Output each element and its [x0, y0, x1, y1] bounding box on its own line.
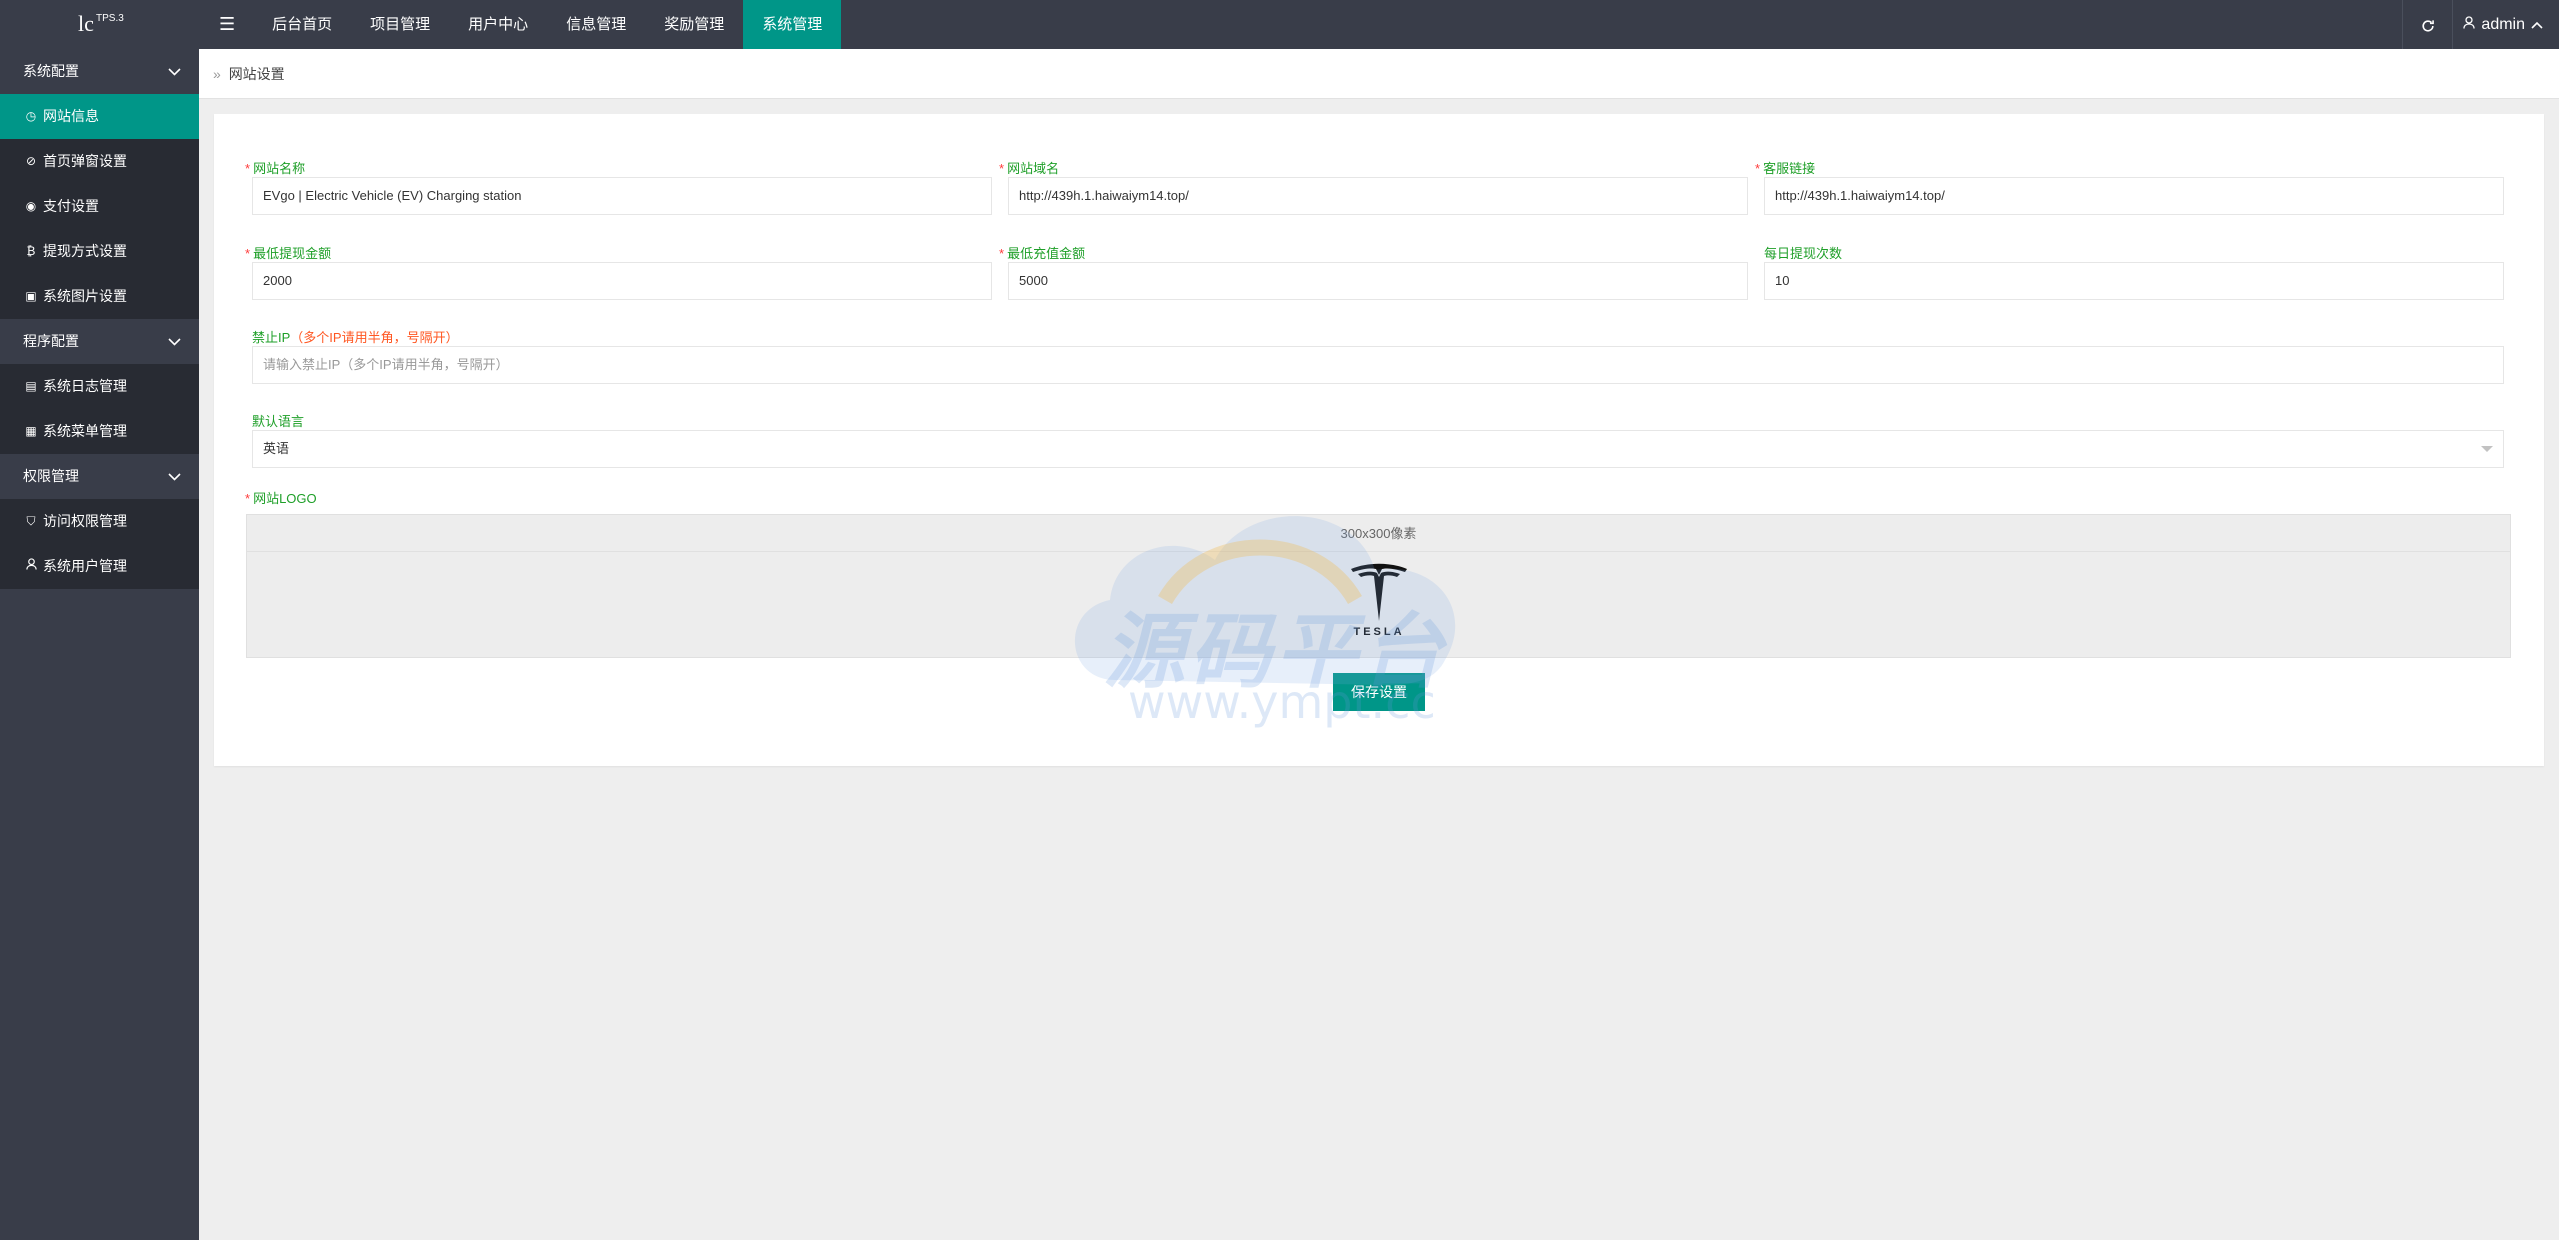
- sidebar: 系统配置 ◷ 网站信息 ⊘ 首页弹窗设置 ◉ 支付设置 ₿ 提现方式设置 ▣ 系…: [0, 49, 199, 1240]
- service-link-label: * 客服链接: [1755, 161, 1816, 176]
- default-lang-value: 英语: [263, 441, 290, 456]
- hamburger-icon[interactable]: ☰: [199, 0, 253, 49]
- nav-item-system[interactable]: 系统管理: [743, 0, 842, 49]
- sidebar-item-label: 系统用户管理: [43, 558, 127, 574]
- user-icon: [2463, 0, 2476, 49]
- daily-withdraw-input[interactable]: 10: [1764, 262, 2504, 300]
- sidebar-item-label: 系统菜单管理: [43, 423, 127, 439]
- min-withdraw-input[interactable]: 2000: [252, 262, 992, 300]
- sidebar-item-logs[interactable]: ▤ 系统日志管理: [0, 364, 199, 409]
- sidebar-item-access[interactable]: ⛉ 访问权限管理: [0, 499, 199, 544]
- save-button[interactable]: 保存设置: [1333, 673, 1425, 711]
- sidebar-item-popup[interactable]: ⊘ 首页弹窗设置: [0, 139, 199, 184]
- nav-item-users[interactable]: 用户中心: [449, 0, 547, 49]
- logo-text: lc: [78, 11, 94, 36]
- default-lang-select[interactable]: 英语: [252, 430, 2504, 468]
- top-nav: ☰ 后台首页 项目管理 用户中心 信息管理 奖励管理 系统管理: [199, 0, 842, 49]
- sidebar-item-site-info[interactable]: ◷ 网站信息: [0, 94, 199, 139]
- sidebar-item-images[interactable]: ▣ 系统图片设置: [0, 274, 199, 319]
- logo-upload-area[interactable]: 300x300像素 TESLA: [246, 514, 2511, 658]
- popup-icon: ⊘: [25, 154, 37, 168]
- ban-ip-hint: （多个IP请用半角，号隔开）: [290, 330, 459, 345]
- min-recharge-input[interactable]: 5000: [1008, 262, 1748, 300]
- sidebar-group-system-config[interactable]: 系统配置: [0, 49, 199, 94]
- sidebar-item-label: 提现方式设置: [43, 243, 127, 259]
- sidebar-item-label: 系统图片设置: [43, 288, 127, 304]
- nav-item-projects[interactable]: 项目管理: [351, 0, 449, 49]
- sidebar-item-label: 访问权限管理: [43, 513, 127, 529]
- ban-ip-label: 禁止IP（多个IP请用半角，号隔开）: [252, 330, 459, 345]
- top-bar: lc TPS.3 ☰ 后台首页 项目管理 用户中心 信息管理 奖励管理 系统管理…: [0, 0, 2559, 49]
- user-menu[interactable]: admin: [2452, 0, 2559, 49]
- default-lang-label: 默认语言: [252, 414, 305, 429]
- tesla-wordmark: TESLA: [1353, 626, 1405, 638]
- min-withdraw-label: * 最低提现金额: [245, 246, 332, 261]
- sidebar-item-label: 系统日志管理: [43, 378, 127, 394]
- site-logo-label: * 网站LOGO: [245, 491, 317, 506]
- chevron-down-icon: [168, 319, 181, 364]
- site-name-input[interactable]: EVgo | Electric Vehicle (EV) Charging st…: [252, 177, 992, 215]
- app-logo[interactable]: lc TPS.3: [0, 0, 199, 49]
- nav-item-info[interactable]: 信息管理: [547, 0, 645, 49]
- top-right-actions: admin: [2402, 0, 2559, 49]
- tesla-t-icon: [1351, 563, 1407, 621]
- logo-size-hint: 300x300像素: [247, 515, 2510, 552]
- user-name: admin: [2481, 16, 2525, 33]
- sidebar-group-label: 权限管理: [23, 468, 79, 484]
- site-domain-label: * 网站域名: [999, 161, 1060, 176]
- breadcrumb-separator: »: [213, 66, 221, 82]
- sidebar-item-withdraw[interactable]: ₿ 提现方式设置: [0, 229, 199, 274]
- sidebar-item-label: 首页弹窗设置: [43, 153, 127, 169]
- breadcrumb: » 网站设置: [199, 49, 2559, 99]
- chevron-down-icon: [168, 49, 181, 94]
- chevron-up-icon: [2531, 0, 2543, 49]
- version-label: TPS.3: [96, 13, 124, 24]
- chevron-down-icon: [168, 454, 181, 499]
- dashboard-icon: ◷: [25, 109, 37, 123]
- sidebar-item-label: 网站信息: [43, 108, 99, 124]
- tesla-logo-image: TESLA: [1348, 563, 1410, 645]
- user-icon: [24, 544, 38, 589]
- caret-down-icon: [2481, 446, 2493, 452]
- log-icon: ▤: [25, 379, 37, 393]
- sidebar-group-permissions[interactable]: 权限管理: [0, 454, 199, 499]
- sidebar-item-label: 支付设置: [43, 198, 99, 214]
- sidebar-group-program-config[interactable]: 程序配置: [0, 319, 199, 364]
- nav-item-rewards[interactable]: 奖励管理: [645, 0, 743, 49]
- site-name-label: * 网站名称: [245, 161, 306, 176]
- settings-card: * 网站名称 EVgo | Electric Vehicle (EV) Charg…: [214, 114, 2544, 766]
- nav-item-dashboard[interactable]: 后台首页: [253, 0, 351, 49]
- shield-check-icon: ⛉: [26, 514, 36, 528]
- sidebar-item-system-users[interactable]: 系统用户管理: [0, 544, 199, 589]
- sidebar-group-label: 系统配置: [23, 63, 79, 79]
- sidebar-item-payment[interactable]: ◉ 支付设置: [0, 184, 199, 229]
- sidebar-item-menus[interactable]: ▦ 系统菜单管理: [0, 409, 199, 454]
- sidebar-group-label: 程序配置: [23, 333, 79, 349]
- breadcrumb-current: 网站设置: [228, 66, 285, 82]
- bitcoin-icon: ₿: [26, 244, 36, 258]
- daily-withdraw-label: 每日提现次数: [1764, 246, 1843, 261]
- menu-table-icon: ▦: [25, 424, 37, 438]
- service-link-input[interactable]: http://439h.1.haiwaiym14.top/: [1764, 177, 2504, 215]
- site-domain-input[interactable]: http://439h.1.haiwaiym14.top/: [1008, 177, 1748, 215]
- radio-icon: ◉: [25, 199, 37, 213]
- ban-ip-input[interactable]: 请输入禁止IP（多个IP请用半角，号隔开）: [252, 346, 2504, 384]
- min-recharge-label: * 最低充值金额: [999, 246, 1086, 261]
- refresh-icon[interactable]: [2402, 0, 2452, 49]
- image-icon: ▣: [25, 289, 37, 303]
